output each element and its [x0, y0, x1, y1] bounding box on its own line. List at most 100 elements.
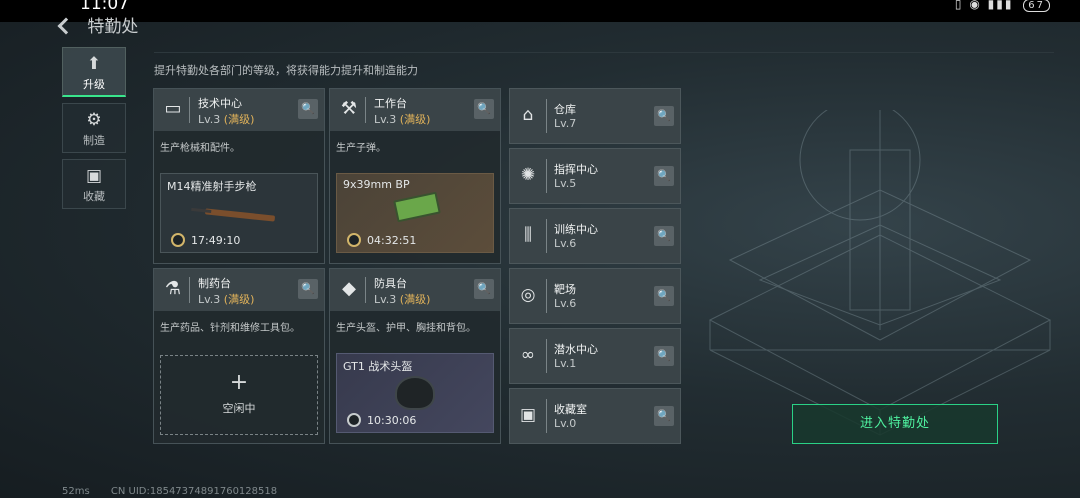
uid-label: CN UID:18547374891760128518: [110, 486, 278, 497]
card-armor-bench[interactable]: ◆ 防具台 Lv.3 (满级) 🔍 生产头盔、护甲、胸挂和背包。 GT1 战术头…: [329, 268, 501, 444]
room-warehouse[interactable]: ⌂ 仓库 Lv.7 🔍: [509, 88, 681, 144]
plus-icon: +: [229, 370, 249, 395]
room-level: Lv.0: [554, 417, 577, 430]
search-icon[interactable]: 🔍: [654, 346, 674, 366]
gears-icon: ⚙: [86, 110, 102, 130]
search-icon[interactable]: 🔍: [298, 279, 318, 299]
card-name: 工作台: [374, 97, 407, 110]
search-icon[interactable]: 🔍: [474, 279, 494, 299]
wifi-icon: ◉: [969, 0, 982, 11]
card-pharmacy[interactable]: ⚗ 制药台 Lv.3 (满级) 🔍 生产药品、针剂和维修工具包。 + 空闲中: [153, 268, 325, 444]
card-workbench[interactable]: ⚒ 工作台 Lv.3 (满级) 🔍 生产子弹。 9x39mm BP 04:32:…: [329, 88, 501, 264]
command-icon: ✺: [520, 165, 536, 185]
room-level: Lv.7: [554, 117, 577, 130]
card-header: ⚗ 制药台 Lv.3 (满级) 🔍: [154, 269, 324, 311]
enter-base-button[interactable]: 进入特勤处: [792, 404, 998, 444]
warehouse-icon: ⌂: [522, 105, 534, 125]
room-level: Lv.6: [554, 297, 577, 310]
room-name: 收藏室: [554, 403, 587, 416]
room-shooting-range[interactable]: ◎ 靶场 Lv.6 🔍: [509, 268, 681, 324]
card-description: 生产枪械和配件。: [160, 143, 240, 154]
target-icon: ◎: [520, 285, 536, 305]
nav-craft-label: 制造: [83, 134, 105, 147]
card-header: ▭ 技术中心 Lv.3 (满级) 🔍: [154, 89, 324, 131]
collection-room-icon: ▣: [519, 405, 537, 425]
divider: [154, 52, 1054, 53]
cubes-icon: ◆: [342, 278, 356, 299]
search-icon[interactable]: 🔍: [654, 166, 674, 186]
card-header: ⚒ 工作台 Lv.3 (满级) 🔍: [330, 89, 500, 131]
card-tech-center[interactable]: ▭ 技术中心 Lv.3 (满级) 🔍 生产枪械和配件。 M14精准射手步枪 17…: [153, 88, 325, 264]
card-level: Lv.3 (满级): [374, 113, 431, 126]
card-description: 生产药品、针剂和维修工具包。: [160, 323, 300, 334]
upgrade-icon: ⬆: [86, 54, 102, 74]
production-slot[interactable]: M14精准射手步枪 17:49:10: [160, 173, 318, 253]
ping-label: 52ms: [62, 486, 90, 497]
empty-slot[interactable]: + 空闲中: [160, 355, 318, 435]
product-timer: 10:30:06: [367, 414, 417, 427]
room-diving-center[interactable]: ∞ 潜水中心 Lv.1 🔍: [509, 328, 681, 384]
room-training-center[interactable]: ⫼ 训练中心 Lv.6 🔍: [509, 208, 681, 264]
nav-upgrade-label: 升级: [83, 78, 105, 91]
room-name: 潜水中心: [554, 343, 598, 356]
room-level: Lv.6: [554, 237, 577, 250]
production-slot[interactable]: GT1 战术头盔 10:30:06: [336, 353, 494, 433]
signal-icon: ▮▮▮: [987, 0, 1014, 11]
vibrate-icon: ▯: [954, 0, 964, 11]
dumbbell-icon: ⫼: [524, 225, 532, 245]
room-name: 靶场: [554, 283, 576, 296]
monitor-icon: ▭: [164, 98, 182, 119]
side-nav: ⬆ 升级 ⚙ 制造 ▣ 收藏: [62, 47, 126, 215]
production-slot[interactable]: 9x39mm BP 04:32:51: [336, 173, 494, 253]
diving-icon: ∞: [520, 345, 536, 365]
helmet-image: [395, 376, 435, 410]
card-level: Lv.3 (满级): [198, 293, 255, 306]
room-command-center[interactable]: ✺ 指挥中心 Lv.5 🔍: [509, 148, 681, 204]
card-name: 技术中心: [198, 97, 242, 110]
room-name: 训练中心: [554, 223, 598, 236]
nav-upgrade[interactable]: ⬆ 升级: [62, 47, 126, 97]
card-description: 生产头盔、护甲、胸挂和背包。: [336, 323, 476, 334]
card-level: Lv.3 (满级): [198, 113, 255, 126]
product-name: M14精准射手步枪: [167, 180, 257, 193]
microscope-icon: ⚗: [164, 278, 182, 299]
search-icon[interactable]: 🔍: [474, 99, 494, 119]
footer: 52ms CN UID:18547374891760128518: [62, 486, 295, 497]
battery-icon: 67: [1023, 0, 1050, 12]
base-structure-illustration: [708, 110, 1052, 436]
ammo-box-image: [393, 191, 441, 223]
search-icon[interactable]: 🔍: [654, 406, 674, 426]
nav-collection[interactable]: ▣ 收藏: [62, 159, 126, 209]
page-header: 特勤处: [57, 12, 139, 37]
search-icon[interactable]: 🔍: [298, 99, 318, 119]
page-title: 特勤处: [87, 17, 139, 37]
card-level: Lv.3 (满级): [374, 293, 431, 306]
search-icon[interactable]: 🔍: [654, 286, 674, 306]
product-name: 9x39mm BP: [343, 178, 410, 191]
product-timer: 04:32:51: [367, 234, 417, 247]
page-subtitle: 提升特勤处各部门的等级，将获得能力提升和制造能力: [154, 64, 418, 77]
room-level: Lv.1: [554, 357, 577, 370]
rifle-image: [204, 208, 276, 222]
card-name: 制药台: [198, 277, 231, 290]
room-collection-room[interactable]: ▣ 收藏室 Lv.0 🔍: [509, 388, 681, 444]
search-icon[interactable]: 🔍: [654, 106, 674, 126]
room-name: 仓库: [554, 103, 576, 116]
room-name: 指挥中心: [554, 163, 598, 176]
product-name: GT1 战术头盔: [343, 360, 413, 373]
clock-icon: [347, 413, 361, 427]
clock-icon: [347, 233, 361, 247]
card-name: 防具台: [374, 277, 407, 290]
nav-craft[interactable]: ⚙ 制造: [62, 103, 126, 153]
status-bar: 11:07 ▯ ◉ ▮▮▮ 67: [0, 0, 1080, 22]
nav-collection-label: 收藏: [83, 190, 105, 203]
product-timer: 17:49:10: [191, 234, 241, 247]
tools-icon: ⚒: [340, 98, 358, 119]
card-description: 生产子弹。: [336, 143, 386, 154]
back-icon[interactable]: [57, 17, 75, 35]
card-header: ◆ 防具台 Lv.3 (满级) 🔍: [330, 269, 500, 311]
collection-icon: ▣: [85, 166, 103, 186]
idle-label: 空闲中: [222, 402, 256, 415]
room-level: Lv.5: [554, 177, 577, 190]
search-icon[interactable]: 🔍: [654, 226, 674, 246]
